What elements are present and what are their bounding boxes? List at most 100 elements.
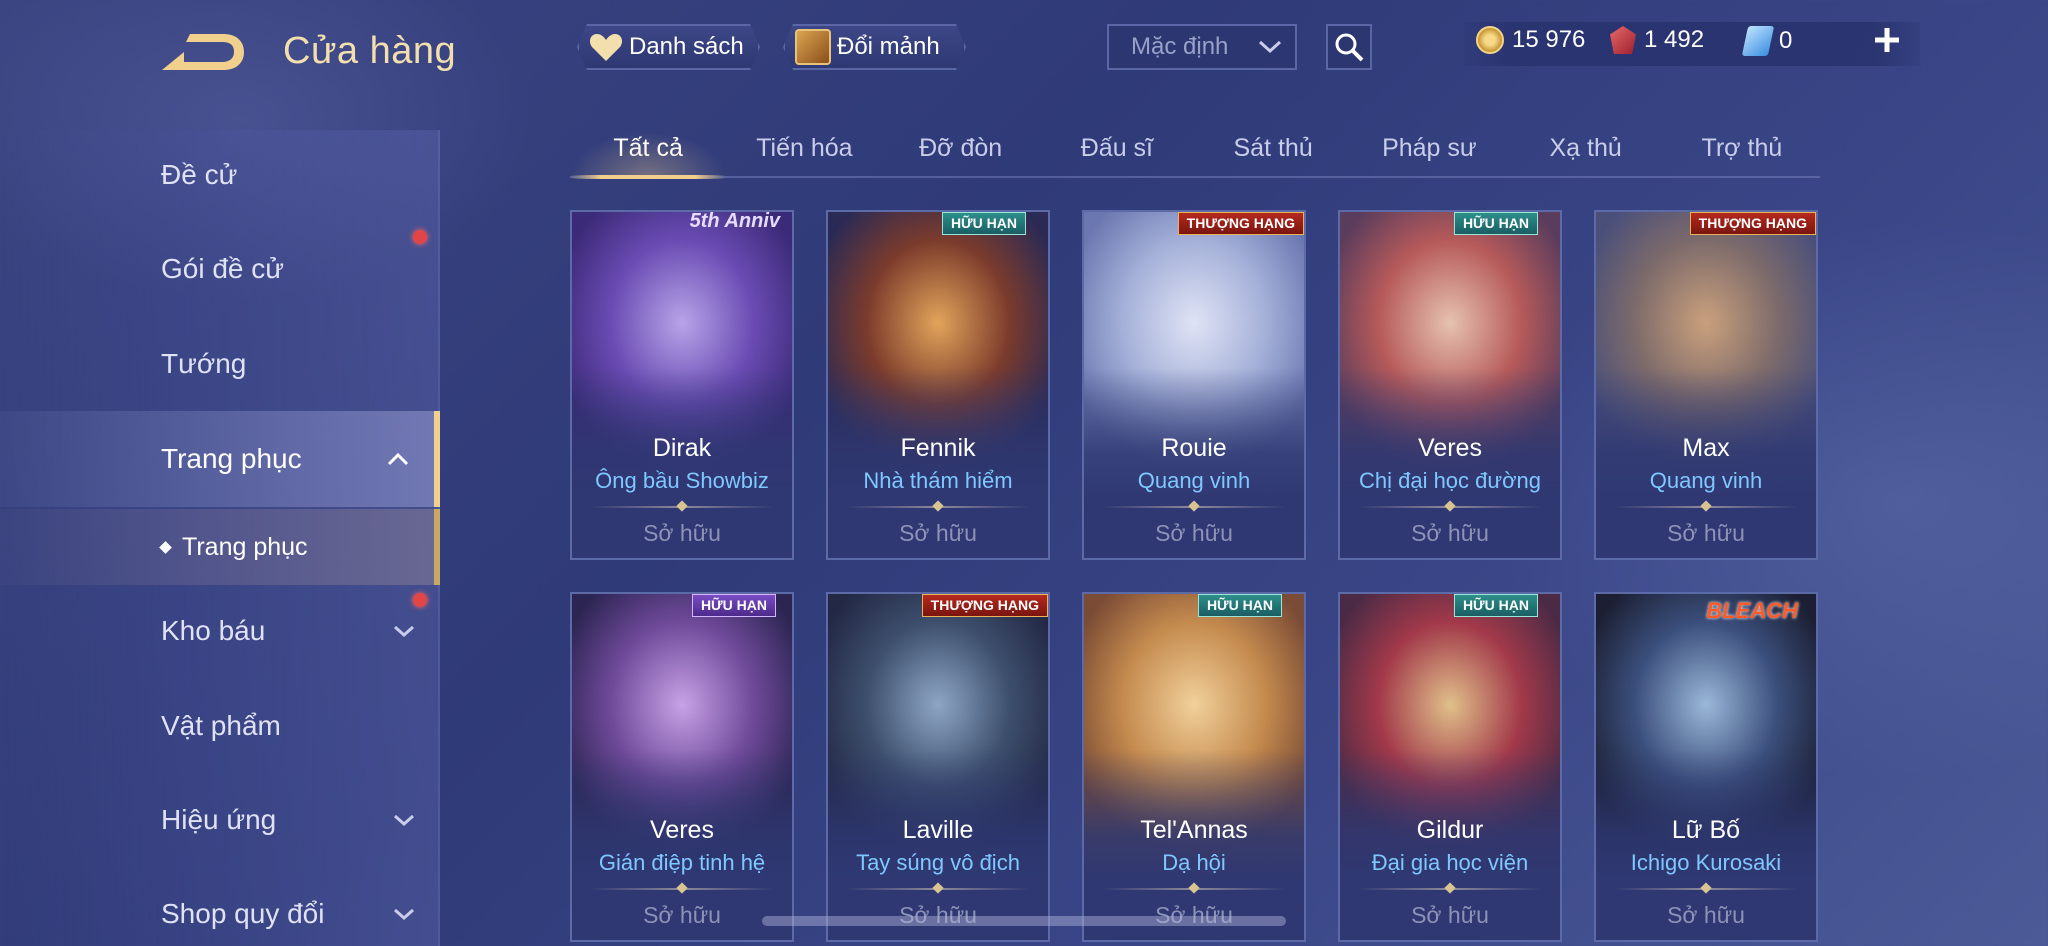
wishlist-button[interactable]: Danh sách bbox=[577, 24, 760, 70]
skin-badge: THƯỢNG HẠNG bbox=[921, 594, 1048, 617]
sidebar-subitem-skins[interactable]: Trang phục bbox=[0, 509, 440, 585]
skin-card[interactable]: HỮU HẠN Tel'Annas Dạ hội Sở hữu bbox=[1082, 592, 1306, 942]
skin-name: Ông bầu Showbiz bbox=[595, 468, 769, 493]
heart-icon bbox=[589, 32, 623, 62]
skin-card[interactable]: HỮU HẠN Veres Chị đại học đường Sở hữu bbox=[1338, 210, 1562, 560]
hero-name: Lữ Bố bbox=[1671, 816, 1741, 844]
skin-name: Quang vinh bbox=[1137, 468, 1251, 493]
sort-dropdown[interactable]: Mặc định bbox=[1107, 24, 1297, 70]
skin-card[interactable]: THƯỢNG HẠNG Rouie Quang vinh Sở hữu bbox=[1082, 210, 1306, 560]
tab-assassin[interactable]: Sát thủ bbox=[1195, 122, 1351, 176]
voucher-currency: 0 bbox=[1741, 26, 1793, 56]
category-tabs: Tất cả Tiến hóa Đỡ đòn Đấu sĩ Sát thủ Ph… bbox=[570, 122, 1820, 179]
hero-name: Veres bbox=[1418, 434, 1482, 462]
skin-badge: BLEACH bbox=[1706, 598, 1798, 623]
skin-badge: HỮU HẠN bbox=[1197, 594, 1282, 617]
ownership-status: Sở hữu bbox=[1667, 902, 1745, 928]
tab-mage[interactable]: Pháp sư bbox=[1351, 122, 1507, 176]
page-title: Cửa hàng bbox=[283, 30, 457, 72]
shard-exchange-button[interactable]: Đổi mảnh bbox=[783, 24, 966, 70]
hero-name: Max bbox=[1682, 434, 1730, 462]
hero-name: Dirak bbox=[652, 434, 712, 462]
sidebar-item-items[interactable]: Vật phẩm bbox=[0, 681, 440, 771]
sidebar-item-heroes[interactable]: Tướng bbox=[0, 319, 440, 409]
tab-fighter[interactable]: Đấu sĩ bbox=[1039, 122, 1195, 176]
chest-icon bbox=[795, 29, 831, 65]
skin-card[interactable]: HỮU HẠN Gildur Đại gia học viện Sở hữu bbox=[1338, 592, 1562, 942]
skin-card[interactable]: HỮU HẠN Fennik Nhà thám hiểm Sở hữu bbox=[826, 210, 1050, 560]
card-divider bbox=[1358, 506, 1542, 508]
sidebar-item-exchange-shop[interactable]: Shop quy đổi bbox=[0, 869, 440, 946]
tab-all[interactable]: Tất cả bbox=[570, 122, 727, 179]
sort-value: Mặc định bbox=[1131, 33, 1229, 60]
skin-name: Ichigo Kurosaki bbox=[1630, 850, 1782, 875]
hero-name: Fennik bbox=[900, 434, 976, 462]
skin-name: Đại gia học viện bbox=[1371, 850, 1529, 875]
card-divider bbox=[1614, 506, 1798, 508]
sidebar-item-label: Vật phẩm bbox=[161, 710, 281, 741]
search-button[interactable] bbox=[1326, 24, 1372, 70]
sidebar-subitem-label: Trang phục bbox=[182, 532, 308, 561]
tab-tank[interactable]: Đỡ đòn bbox=[883, 122, 1039, 176]
sidebar: Đề cử Gói đề cử Tướng Trang phục Trang p… bbox=[0, 130, 440, 946]
ruby-currency: 1 492 bbox=[1610, 26, 1704, 54]
sidebar-item-featured[interactable]: Đề cử bbox=[0, 130, 440, 220]
card-divider bbox=[1102, 506, 1286, 508]
chevron-down-icon bbox=[394, 625, 414, 638]
ownership-status: Sở hữu bbox=[1411, 902, 1489, 928]
hero-name: Veres bbox=[650, 816, 714, 844]
skin-card[interactable]: 5th Anniv Dirak Ông bầu Showbiz Sở hữu bbox=[570, 210, 794, 560]
sidebar-item-featured-bundles[interactable]: Gói đề cử bbox=[0, 224, 440, 314]
chevron-down-icon bbox=[1258, 40, 1282, 54]
skin-card[interactable]: THƯỢNG HẠNG Laville Tay súng vô địch Sở hữu bbox=[826, 592, 1050, 942]
sidebar-item-label: Shop quy đổi bbox=[161, 898, 325, 929]
search-icon bbox=[1335, 33, 1364, 62]
card-divider bbox=[590, 888, 774, 890]
skin-badge: HỮU HẠN bbox=[1453, 594, 1538, 617]
sidebar-item-label: Trang phục bbox=[161, 443, 302, 474]
hero-name: Laville bbox=[902, 816, 974, 844]
tab-marksman[interactable]: Xạ thủ bbox=[1508, 122, 1664, 176]
skin-badge: HỮU HẠN bbox=[941, 212, 1026, 235]
sidebar-item-label: Tướng bbox=[161, 348, 247, 379]
voucher-amount: 0 bbox=[1779, 27, 1793, 54]
card-divider bbox=[1614, 888, 1798, 890]
sidebar-item-label: Gói đề cử bbox=[161, 253, 285, 284]
sidebar-item-label: Đề cử bbox=[161, 159, 238, 190]
skin-name: Quang vinh bbox=[1649, 468, 1763, 493]
wishlist-label: Danh sách bbox=[629, 33, 744, 60]
diamond-bullet-icon bbox=[159, 540, 172, 554]
tab-evolution[interactable]: Tiến hóa bbox=[726, 122, 882, 176]
tab-support[interactable]: Trợ thủ bbox=[1664, 122, 1820, 176]
notification-dot bbox=[413, 230, 427, 244]
gold-amount: 15 976 bbox=[1512, 26, 1586, 53]
chevron-down-icon bbox=[394, 908, 414, 921]
skin-badge: HỮU HẠN bbox=[1453, 212, 1538, 235]
skin-name: Tay súng vô địch bbox=[856, 850, 1020, 875]
scroll-indicator[interactable] bbox=[762, 916, 1286, 926]
chevron-down-icon bbox=[394, 814, 414, 827]
gold-currency: 15 976 bbox=[1476, 26, 1585, 54]
skin-badge: HỮU HẠN bbox=[691, 594, 776, 617]
sidebar-item-treasure[interactable]: Kho báu bbox=[0, 586, 440, 676]
voucher-icon bbox=[1741, 26, 1775, 56]
skin-card[interactable]: BLEACH Lữ Bố Ichigo Kurosaki Sở hữu bbox=[1594, 592, 1818, 942]
ownership-status: Sở hữu bbox=[1667, 520, 1745, 546]
add-currency-button[interactable] bbox=[1870, 20, 1904, 64]
skin-card[interactable]: HỮU HẠN Veres Gián điệp tinh hệ Sở hữu bbox=[570, 592, 794, 942]
hero-name: Gildur bbox=[1416, 816, 1484, 844]
skin-name: Dạ hội bbox=[1162, 850, 1226, 875]
back-arrow-icon bbox=[162, 34, 244, 70]
ownership-status: Sở hữu bbox=[643, 902, 721, 928]
ownership-status: Sở hữu bbox=[643, 520, 721, 546]
hero-name: Tel'Annas bbox=[1140, 816, 1248, 844]
back-button[interactable] bbox=[160, 30, 246, 76]
chevron-up-icon bbox=[387, 452, 409, 466]
hero-name: Rouie bbox=[1161, 434, 1227, 462]
skin-grid: 5th Anniv Dirak Ông bầu Showbiz Sở hữu HỮU H… bbox=[570, 210, 1820, 946]
sidebar-item-skins[interactable]: Trang phục bbox=[0, 411, 440, 507]
skin-name: Chị đại học đường bbox=[1358, 468, 1542, 493]
skin-card[interactable]: THƯỢNG HẠNG Max Quang vinh Sở hữu bbox=[1594, 210, 1818, 560]
sidebar-item-effects[interactable]: Hiệu ứng bbox=[0, 775, 440, 865]
card-divider bbox=[1102, 888, 1286, 890]
